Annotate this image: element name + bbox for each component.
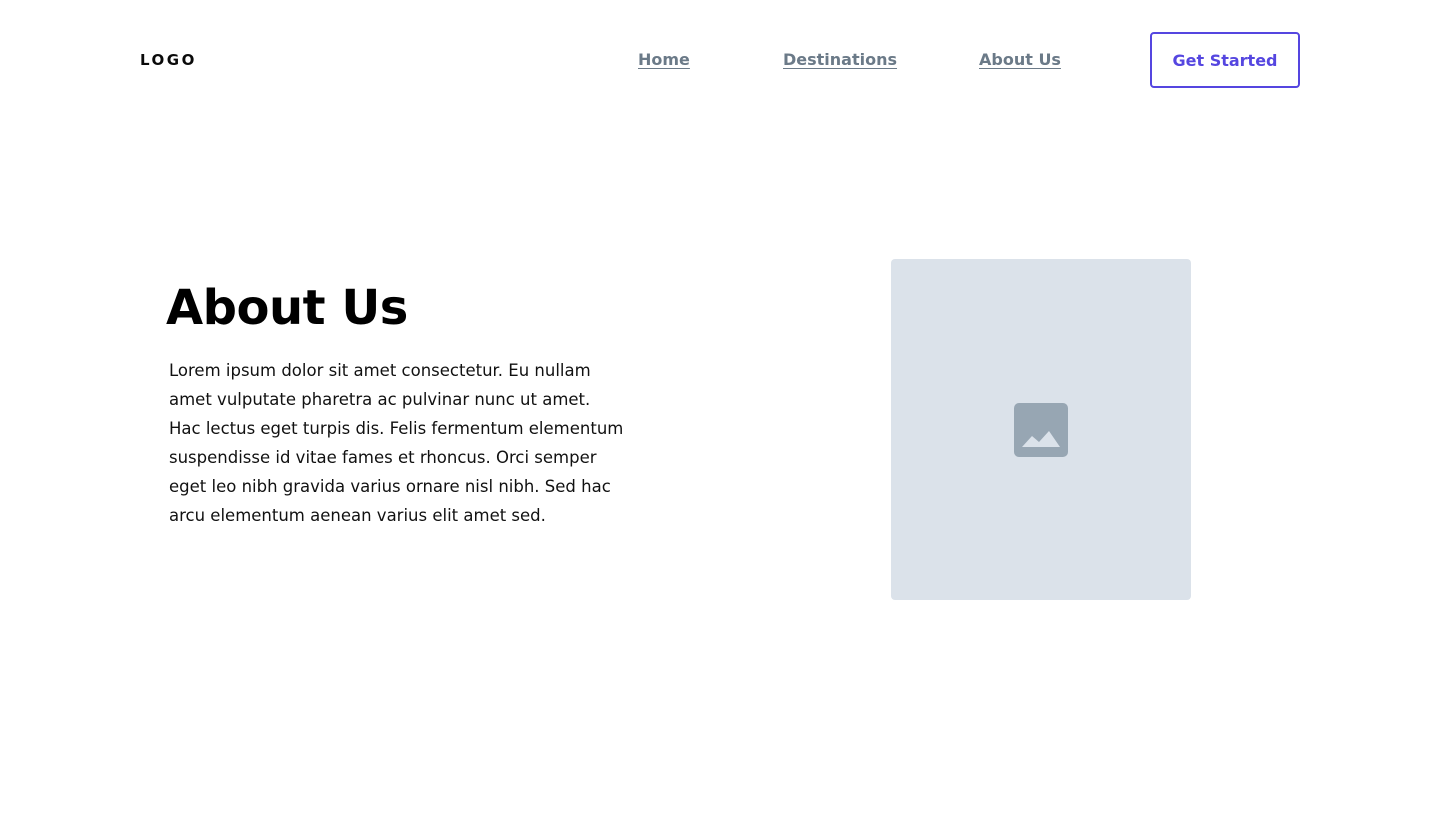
nav-link-home[interactable]: Home bbox=[638, 50, 690, 69]
page: LOGO Home Destinations About Us Get Star… bbox=[0, 0, 1440, 826]
page-title: About Us bbox=[166, 280, 408, 336]
nav-link-about-us[interactable]: About Us bbox=[979, 50, 1061, 69]
image-icon bbox=[1014, 402, 1068, 457]
get-started-button[interactable]: Get Started bbox=[1150, 32, 1300, 88]
logo[interactable]: LOGO bbox=[140, 51, 197, 69]
image-placeholder bbox=[891, 259, 1191, 600]
nav-link-destinations[interactable]: Destinations bbox=[783, 50, 897, 69]
about-description: Lorem ipsum dolor sit amet consectetur. … bbox=[169, 361, 624, 525]
